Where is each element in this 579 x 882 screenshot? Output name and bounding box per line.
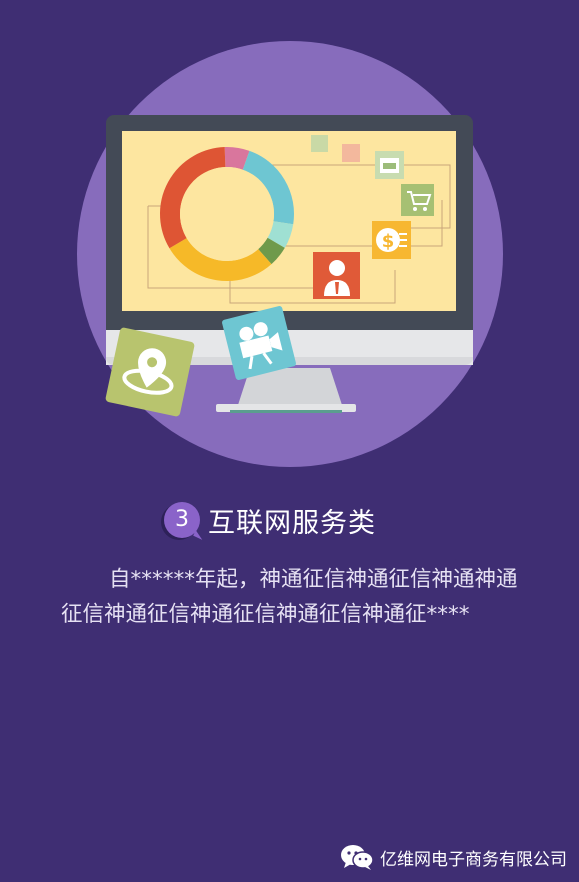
footer-attribution: 亿维网电子商务有限公司 — [340, 844, 567, 870]
donut-slice-green — [257, 237, 285, 265]
section-number-badge: 3 — [164, 502, 200, 538]
wechat-icon — [341, 845, 374, 870]
donut-slice-pink — [224, 147, 250, 170]
businessman-icon — [313, 252, 360, 299]
map-pin-icon — [105, 327, 195, 417]
section-title: 互联网服务类 — [208, 507, 376, 539]
decor-square-pink — [342, 144, 360, 162]
cart-icon — [401, 184, 434, 216]
section-heading: 3 互联网服务类 — [164, 498, 376, 542]
body-paragraph: 自******年起，神通征信神通征信神通神通征信神通征信神通征信神通征信神通征*… — [61, 567, 518, 627]
footer-account-name: 亿维网电子商务有限公司 — [380, 849, 567, 870]
donut-slice-mint — [267, 220, 294, 248]
monitor-illustration: $ — [77, 41, 503, 467]
store-icon — [375, 151, 404, 179]
dollar-icon: $ — [372, 221, 411, 259]
svg-text:$: $ — [382, 231, 395, 252]
decor-square-green — [311, 135, 328, 152]
